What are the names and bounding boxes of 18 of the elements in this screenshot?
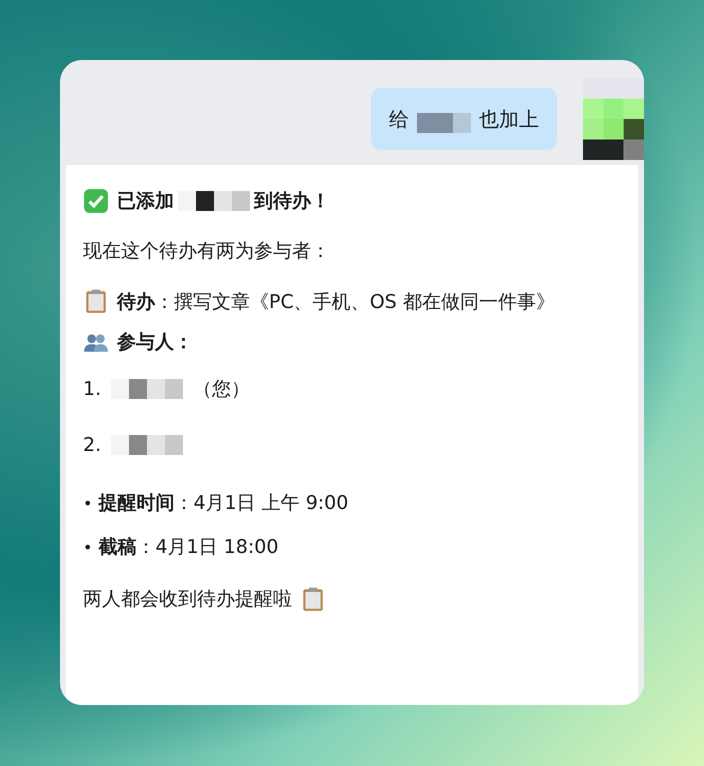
list-number: 1. <box>83 378 102 400</box>
closing-text: 两人都会收到待办提醒啦 <box>83 587 292 612</box>
detail-text: 提醒时间：4月1日 上午 9:00 <box>98 491 348 516</box>
redacted-mark <box>178 191 250 211</box>
task-text: 待办：撰写文章《PC、手机、OS 都在做同一件事》 <box>117 290 556 315</box>
participant-note: （您） <box>193 377 250 402</box>
message-text: 给 <box>389 106 409 132</box>
check-icon <box>83 188 109 214</box>
detail-text: 截稿：4月1日 18:00 <box>98 535 278 560</box>
redacted-mark <box>417 113 471 133</box>
participants-label: 参与人： <box>117 330 193 355</box>
confirmation-text: 已添加 <box>117 189 174 214</box>
bullet: • <box>83 538 92 556</box>
list-number: 2. <box>83 434 102 456</box>
intro-text: 现在这个待办有两为参与者： <box>83 239 331 264</box>
confirmation-text: 到待办！ <box>254 189 330 214</box>
bullet: • <box>83 494 92 512</box>
message-text: 也加上 <box>479 106 539 132</box>
